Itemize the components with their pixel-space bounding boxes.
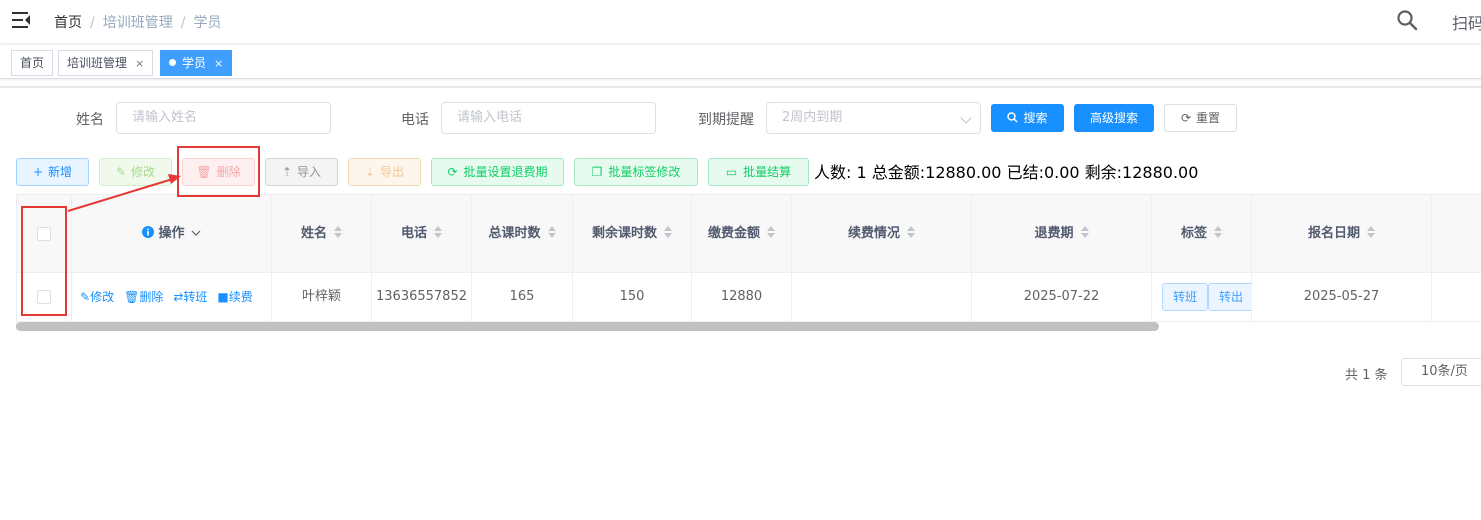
plus-icon: + xyxy=(32,165,44,179)
breadcrumb-students: 学员 xyxy=(193,15,222,31)
column-header-overflow xyxy=(1432,195,1481,273)
horizontal-scrollbar[interactable] xyxy=(16,322,1159,331)
edit-icon: ✎ xyxy=(80,290,91,304)
sort-icon[interactable] xyxy=(334,226,342,238)
hamburger-menu-icon[interactable] xyxy=(12,12,30,28)
name-input[interactable]: 请输入姓名 xyxy=(116,102,331,134)
close-icon[interactable]: × xyxy=(214,57,223,70)
cell-amount: 12880 xyxy=(692,273,792,322)
chevron-down-icon xyxy=(960,112,972,124)
active-dot-icon xyxy=(169,59,176,66)
breadcrumb-home[interactable]: 首页 xyxy=(54,15,82,31)
search-icon[interactable] xyxy=(1396,9,1418,31)
cell-remaining-hours: 150 xyxy=(573,273,692,322)
sort-icon[interactable] xyxy=(907,226,915,238)
row-transfer-link[interactable]: ⇄转班 xyxy=(173,290,207,304)
page-size-select[interactable]: 10条/页 xyxy=(1401,358,1481,386)
cell-renewal xyxy=(792,273,972,322)
edit-button[interactable]: ✎ 修改 xyxy=(99,158,172,186)
cell-signup-date: 2025-05-27 xyxy=(1252,273,1432,322)
add-button[interactable]: + 新增 xyxy=(16,158,89,186)
tag-out-button[interactable]: 转出 xyxy=(1208,282,1255,311)
column-header-renewal[interactable]: 续费情况 xyxy=(792,195,972,273)
phone-label: 电话 xyxy=(401,112,429,128)
annotation-box-checkbox xyxy=(21,206,67,316)
cell-phone: 13636557852 xyxy=(372,273,472,322)
student-table: 操作 姓名 电话 总课时数 剩余课时数 缴费金额 续费情况 退费期 标签 报名日… xyxy=(16,194,1481,331)
row-renew-link[interactable]: ■续费 xyxy=(217,290,252,304)
refresh-icon: ⟳ xyxy=(447,165,458,179)
sort-icon[interactable] xyxy=(547,226,556,238)
column-header-tags[interactable]: 标签 xyxy=(1152,195,1252,273)
row-actions-cell: ✎修改 🗑删除 ⇄转班 ■续费 xyxy=(72,273,272,322)
row-edit-link[interactable]: ✎修改 xyxy=(80,290,114,304)
expire-select[interactable]: 2周内到期 xyxy=(766,102,981,134)
expire-label: 到期提醒 xyxy=(698,112,754,128)
reset-button[interactable]: ⟳ 重置 xyxy=(1164,104,1237,132)
sort-icon[interactable] xyxy=(1214,226,1222,238)
sort-icon[interactable] xyxy=(434,226,442,238)
wallet-icon: ▭ xyxy=(725,165,738,179)
cell-name: 叶梓颖 xyxy=(272,273,372,322)
trash-icon: 🗑 xyxy=(124,290,140,304)
column-header-remaining-hours[interactable]: 剩余课时数 xyxy=(573,195,692,273)
copy-icon: ❐ xyxy=(591,165,603,179)
info-icon xyxy=(142,226,155,238)
column-header-total-hours[interactable]: 总课时数 xyxy=(472,195,573,273)
scan-code-link[interactable]: 扫码 xyxy=(1452,10,1481,34)
batch-refund-period-button[interactable]: ⟳ 批量设置退费期 xyxy=(431,158,564,186)
divider xyxy=(0,86,1481,88)
sort-icon[interactable] xyxy=(1080,226,1089,238)
export-button[interactable]: ⇣ 导出 xyxy=(348,158,421,186)
import-button[interactable]: ⇡ 导入 xyxy=(265,158,338,186)
breadcrumb-training-class[interactable]: 培训班管理 xyxy=(103,15,173,31)
cell-tags: 转班 转出 xyxy=(1152,273,1255,322)
tab-training-class[interactable]: 培训班管理 × xyxy=(58,50,154,76)
pagination-total: 共 1 条 xyxy=(1345,368,1388,383)
column-header-ops[interactable]: 操作 xyxy=(72,195,272,273)
refresh-icon: ⟳ xyxy=(1180,111,1192,125)
sort-icon[interactable] xyxy=(664,226,672,238)
search-icon xyxy=(1007,112,1018,123)
column-header-name[interactable]: 姓名 xyxy=(272,195,372,273)
cell-total-hours: 165 xyxy=(472,273,573,322)
tab-home[interactable]: 首页 xyxy=(11,50,54,76)
download-icon: ⇣ xyxy=(364,165,376,179)
sort-icon[interactable] xyxy=(1367,226,1375,238)
batch-tag-edit-button[interactable]: ❐ 批量标签修改 xyxy=(574,158,698,186)
chevron-down-icon xyxy=(191,230,200,236)
tags-view: 首页 培训班管理 × 学员 × xyxy=(0,45,1481,79)
edit-icon: ✎ xyxy=(115,165,127,179)
phone-input[interactable]: 请输入电话 xyxy=(441,102,656,134)
summary-text: 人数: 1 总金额:12880.00 已结:0.00 剩余:12880.00 xyxy=(814,163,1199,182)
column-header-signup-date[interactable]: 报名日期 xyxy=(1252,195,1432,273)
cell-refund-period: 2025-07-22 xyxy=(972,273,1152,322)
tab-students[interactable]: 学员 × xyxy=(160,50,233,76)
row-delete-link[interactable]: 🗑删除 xyxy=(124,290,163,304)
column-header-refund-period[interactable]: 退费期 xyxy=(972,195,1152,273)
annotation-box-delete xyxy=(177,146,260,197)
close-icon[interactable]: × xyxy=(135,57,144,70)
batch-settle-button[interactable]: ▭ 批量结算 xyxy=(708,158,809,186)
sort-icon[interactable] xyxy=(767,226,775,238)
cell-overflow xyxy=(1432,273,1481,322)
name-label: 姓名 xyxy=(76,112,104,128)
upload-icon: ⇡ xyxy=(281,165,293,179)
video-icon: ■ xyxy=(217,290,229,304)
advanced-search-button[interactable]: 高级搜索 xyxy=(1074,104,1154,132)
tag-transfer-button[interactable]: 转班 xyxy=(1162,282,1209,311)
breadcrumb: 首页 / 培训班管理 / 学员 xyxy=(54,15,222,31)
column-header-amount[interactable]: 缴费金额 xyxy=(692,195,792,273)
transfer-icon: ⇄ xyxy=(173,290,184,304)
top-navbar: 首页 / 培训班管理 / 学员 扫码 xyxy=(0,0,1481,44)
search-button[interactable]: 搜索 xyxy=(991,104,1064,132)
column-header-phone[interactable]: 电话 xyxy=(372,195,472,273)
